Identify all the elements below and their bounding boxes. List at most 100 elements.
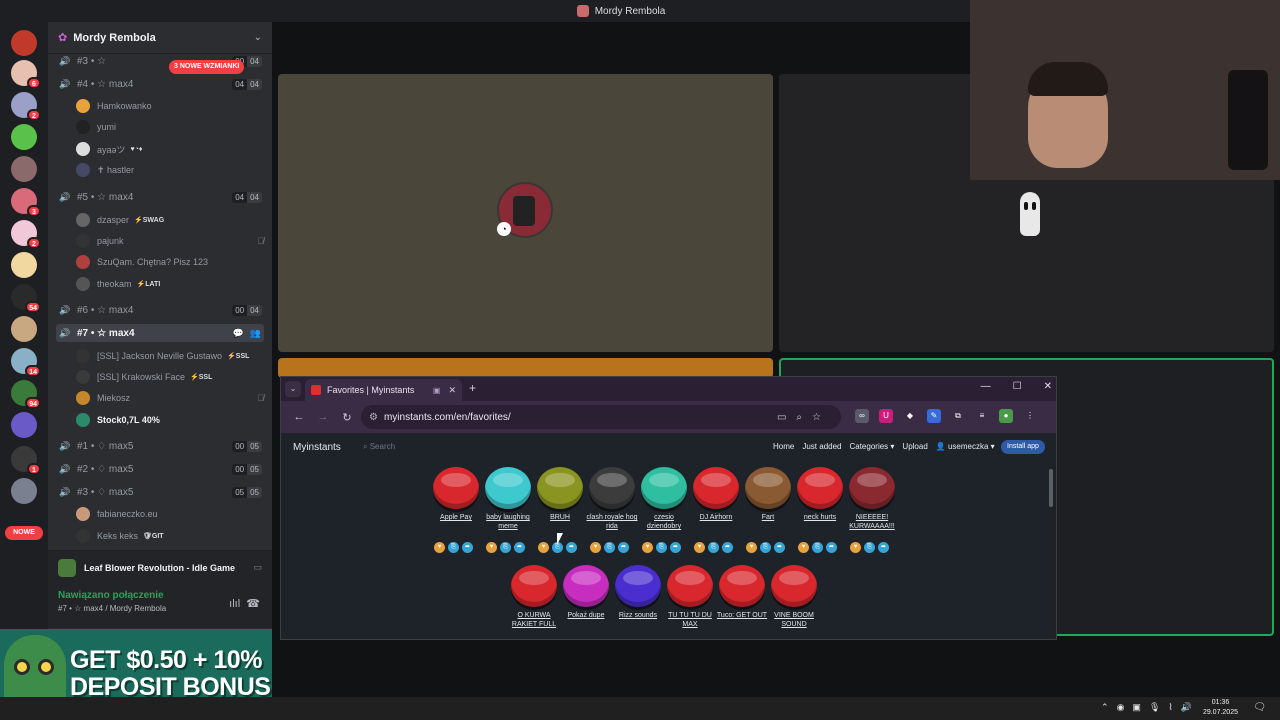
copy-link-icon[interactable]: ⎘ xyxy=(448,542,459,553)
voice-user[interactable]: Keks keks 🛡GIT xyxy=(76,527,264,545)
close-tab-icon[interactable]: ✕ xyxy=(448,385,456,396)
play-sound-button[interactable] xyxy=(667,565,713,607)
tab-search-icon[interactable]: ⌄ xyxy=(285,381,301,397)
server-icon[interactable] xyxy=(11,478,37,504)
scrollbar[interactable] xyxy=(1049,469,1053,507)
share-icon[interactable]: ➦ xyxy=(878,542,889,553)
minimize-icon[interactable]: — xyxy=(981,381,991,392)
nav-upload[interactable]: Upload xyxy=(902,442,927,451)
play-sound-button[interactable] xyxy=(485,467,531,509)
chevron-up-icon[interactable]: ⌃ xyxy=(1101,702,1109,713)
site-search[interactable]: ⌕ Search xyxy=(363,442,395,452)
server-icon[interactable] xyxy=(11,252,37,278)
extension-icon[interactable]: ∞ xyxy=(855,409,869,423)
copy-link-icon[interactable]: ⎘ xyxy=(864,542,875,553)
favorite-icon[interactable]: ♥ xyxy=(434,542,445,553)
mic-icon[interactable]: 🎙 xyxy=(1149,702,1160,713)
nav-home[interactable]: Home xyxy=(773,442,794,451)
copy-link-icon[interactable]: ⎘ xyxy=(500,542,511,553)
sound-title-link[interactable]: czesio dziendobry xyxy=(638,513,690,531)
play-sound-button[interactable] xyxy=(641,467,687,509)
new-servers-pill[interactable]: NOWE xyxy=(5,526,43,540)
voice-controls[interactable]: ılıl ☎ xyxy=(229,597,260,610)
server-icon[interactable] xyxy=(11,316,37,342)
chat-icon[interactable]: 💬 xyxy=(233,328,244,339)
sound-title-link[interactable]: VINE BOOM SOUND xyxy=(768,611,820,629)
play-sound-button[interactable] xyxy=(771,565,817,607)
share-icon[interactable]: ➦ xyxy=(826,542,837,553)
voice-user[interactable]: [SSL] Krakowski Face ⚡SSL xyxy=(76,368,264,386)
back-icon[interactable]: ← xyxy=(287,411,311,423)
play-sound-button[interactable] xyxy=(797,467,843,509)
copy-link-icon[interactable]: ⎘ xyxy=(760,542,771,553)
sound-title-link[interactable]: O KURWA RAKIET FULL xyxy=(508,611,560,629)
play-sound-button[interactable] xyxy=(563,565,609,607)
voice-user[interactable]: Hamkowanko xyxy=(76,97,264,115)
sound-title-link[interactable]: BRUH xyxy=(534,513,586,522)
forward-icon[interactable]: → xyxy=(311,411,335,423)
copy-link-icon[interactable]: ⎘ xyxy=(656,542,667,553)
favorite-icon[interactable]: ♥ xyxy=(850,542,861,553)
voice-channel[interactable]: 🔊 #6 • ☆ max4 00 04 xyxy=(56,301,264,319)
play-sound-button[interactable] xyxy=(511,565,557,607)
screen-icon[interactable]: ▭ xyxy=(253,562,262,573)
voice-channel[interactable]: 🔊 #2 • ♢ max5 00 05 xyxy=(56,460,264,478)
nav-categories[interactable]: Categories ▾ xyxy=(849,442,894,451)
sound-title-link[interactable]: Apple Pay xyxy=(430,513,482,522)
sound-title-link[interactable]: TU TU TU DU MAX xyxy=(664,611,716,629)
voice-channel[interactable]: 🔊 #3 • ♢ max5 05 05 xyxy=(56,483,264,501)
sound-title-link[interactable]: Rizz sounds xyxy=(612,611,664,620)
notification-icon[interactable]: 🗨 xyxy=(1253,702,1266,713)
favorite-icon[interactable]: ♥ xyxy=(642,542,653,553)
favorite-icon[interactable]: ♥ xyxy=(798,542,809,553)
voice-channel-connected[interactable]: 🔊 #7 • ☆ max4 💬 👥 xyxy=(56,324,264,342)
share-icon[interactable]: ➦ xyxy=(514,542,525,553)
network-icon[interactable]: ◉ xyxy=(1117,702,1125,713)
activity-panel[interactable]: Leaf Blower Revolution - Idle Game ▭ xyxy=(48,550,272,584)
sound-title-link[interactable]: Tuco: GET OUT xyxy=(716,611,768,620)
install-app-button[interactable]: Install app xyxy=(1001,440,1045,454)
voice-user[interactable]: theokam ⚡LATI xyxy=(76,275,264,293)
server-icon[interactable] xyxy=(11,124,37,150)
server-icon[interactable]: 1 xyxy=(11,446,41,475)
reading-list-icon[interactable]: ≡ xyxy=(975,409,989,423)
play-sound-button[interactable] xyxy=(693,467,739,509)
play-sound-button[interactable] xyxy=(719,565,765,607)
nav-user[interactable]: 👤 usemeczka ▾ xyxy=(936,442,995,451)
clock[interactable]: 01:36 29.07.2025 xyxy=(1203,698,1238,718)
sound-title-link[interactable]: Pokaż dupe xyxy=(560,611,612,620)
server-icon[interactable]: 2 xyxy=(11,220,41,249)
app-tray-icon[interactable]: ▣ xyxy=(1132,702,1141,713)
site-logo[interactable]: Myinstants xyxy=(293,442,341,453)
server-icon[interactable]: 14 xyxy=(11,348,41,377)
play-sound-button[interactable] xyxy=(745,467,791,509)
guild-header[interactable]: ✿ Mordy Rembola ⌄ xyxy=(48,22,272,54)
profile-avatar-icon[interactable]: ● xyxy=(999,409,1013,423)
nav-just-added[interactable]: Just added xyxy=(802,442,841,451)
share-icon[interactable]: ➦ xyxy=(462,542,473,553)
close-icon[interactable]: ✕ xyxy=(1044,381,1052,392)
browser-tab[interactable]: Favorites | Myinstants ▣ ✕ xyxy=(305,379,462,401)
voice-user[interactable]: ✝ hastler xyxy=(76,161,264,179)
new-mentions-pill[interactable]: 3 NOWE WZMIANKI xyxy=(169,60,245,74)
menu-icon[interactable]: ⋮ xyxy=(1023,409,1037,423)
share-icon[interactable]: ➦ xyxy=(618,542,629,553)
share-icon[interactable]: ➦ xyxy=(774,542,785,553)
play-sound-button[interactable] xyxy=(849,467,895,509)
voice-user[interactable]: ayaəツ ♥◔♦ xyxy=(76,140,264,158)
voice-user[interactable]: dzasper ⚡SWAG xyxy=(76,211,264,229)
extension-icon[interactable]: ✎ xyxy=(927,409,941,423)
favorite-icon[interactable]: ♥ xyxy=(538,542,549,553)
play-sound-button[interactable] xyxy=(589,467,635,509)
server-icon[interactable] xyxy=(11,156,37,182)
server-icon[interactable] xyxy=(11,412,37,438)
volume-icon[interactable]: 🔊 xyxy=(1181,702,1192,713)
sound-title-link[interactable]: clash royale hog rida xyxy=(586,513,638,531)
voice-channel[interactable]: 🔊 #4 • ☆ max4 04 04 xyxy=(56,75,264,93)
maximize-icon[interactable]: ☐ xyxy=(1013,381,1022,392)
extension-icon[interactable]: U xyxy=(879,409,893,423)
share-icon[interactable]: ➦ xyxy=(670,542,681,553)
reload-icon[interactable]: ↻ xyxy=(335,411,359,424)
extensions-puzzle-icon[interactable]: ⧉ xyxy=(951,409,965,423)
copy-link-icon[interactable]: ⎘ xyxy=(708,542,719,553)
